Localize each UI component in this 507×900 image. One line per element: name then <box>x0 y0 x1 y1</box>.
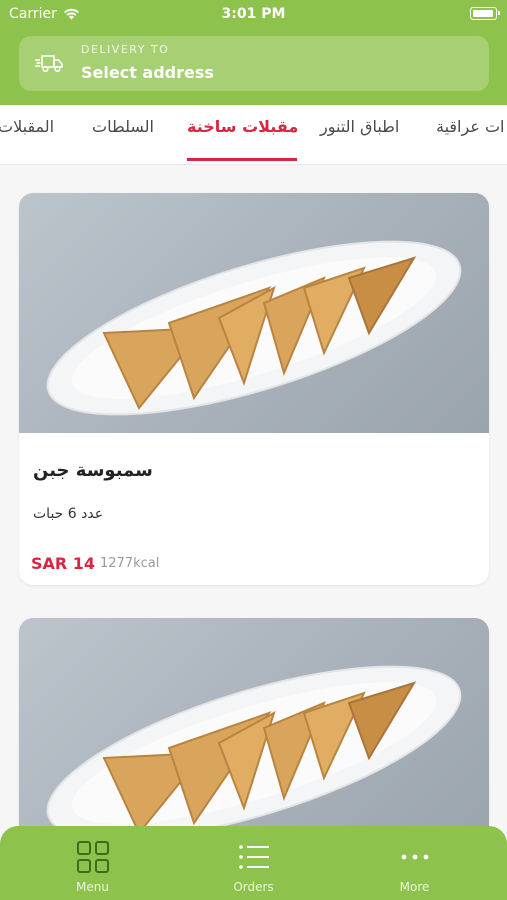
nav-orders[interactable]: Orders <box>169 826 338 900</box>
category-tabs: ات عراقية اطباق التنور مقبلات ساخنة السل… <box>0 105 507 165</box>
product-name: سمبوسة جبن <box>33 460 153 481</box>
product-description: عدد 6 حبات <box>33 506 104 522</box>
status-time: 3:01 PM <box>221 6 286 22</box>
status-bar: Carrier 3:01 PM <box>0 0 507 28</box>
nav-orders-label: Orders <box>233 880 274 894</box>
tab-appetizers[interactable]: المقبلات <box>0 117 54 136</box>
nav-menu-label: Menu <box>76 880 109 894</box>
delivery-label: DELIVERY TO <box>81 43 170 56</box>
grid-icon <box>76 841 109 873</box>
samosa-plate-illustration <box>46 665 462 841</box>
samosa-plate-illustration <box>46 240 462 416</box>
tab-salads[interactable]: السلطات <box>92 117 154 136</box>
delivery-address-selector[interactable]: DELIVERY TO Select address <box>19 36 489 91</box>
active-tab-indicator <box>187 158 297 161</box>
tab-hot-appetizers[interactable]: مقبلات ساخنة <box>187 117 298 136</box>
product-calories: 1277kcal <box>100 556 160 571</box>
app-header: Carrier 3:01 PM DELIVERY TO Select addre… <box>0 0 507 105</box>
delivery-address-value: Select address <box>81 63 214 82</box>
product-card[interactable]: سمبوسة جبن عدد 6 حبات SAR 14 1277kcal <box>19 193 489 585</box>
product-image <box>19 618 489 858</box>
tab-iraqi[interactable]: ات عراقية <box>436 117 504 136</box>
list-icon <box>238 845 269 869</box>
nav-menu[interactable]: Menu <box>8 826 177 900</box>
bottom-navigation: Menu Orders More <box>0 826 507 900</box>
tab-tannour-dishes[interactable]: اطباق التنور <box>320 117 399 136</box>
nav-more[interactable]: More <box>330 826 499 900</box>
product-image <box>19 193 489 433</box>
product-price: SAR 14 <box>31 554 96 573</box>
nav-more-label: More <box>399 880 430 894</box>
battery-icon <box>470 7 500 20</box>
more-icon <box>401 854 428 860</box>
truck-icon <box>35 55 63 73</box>
